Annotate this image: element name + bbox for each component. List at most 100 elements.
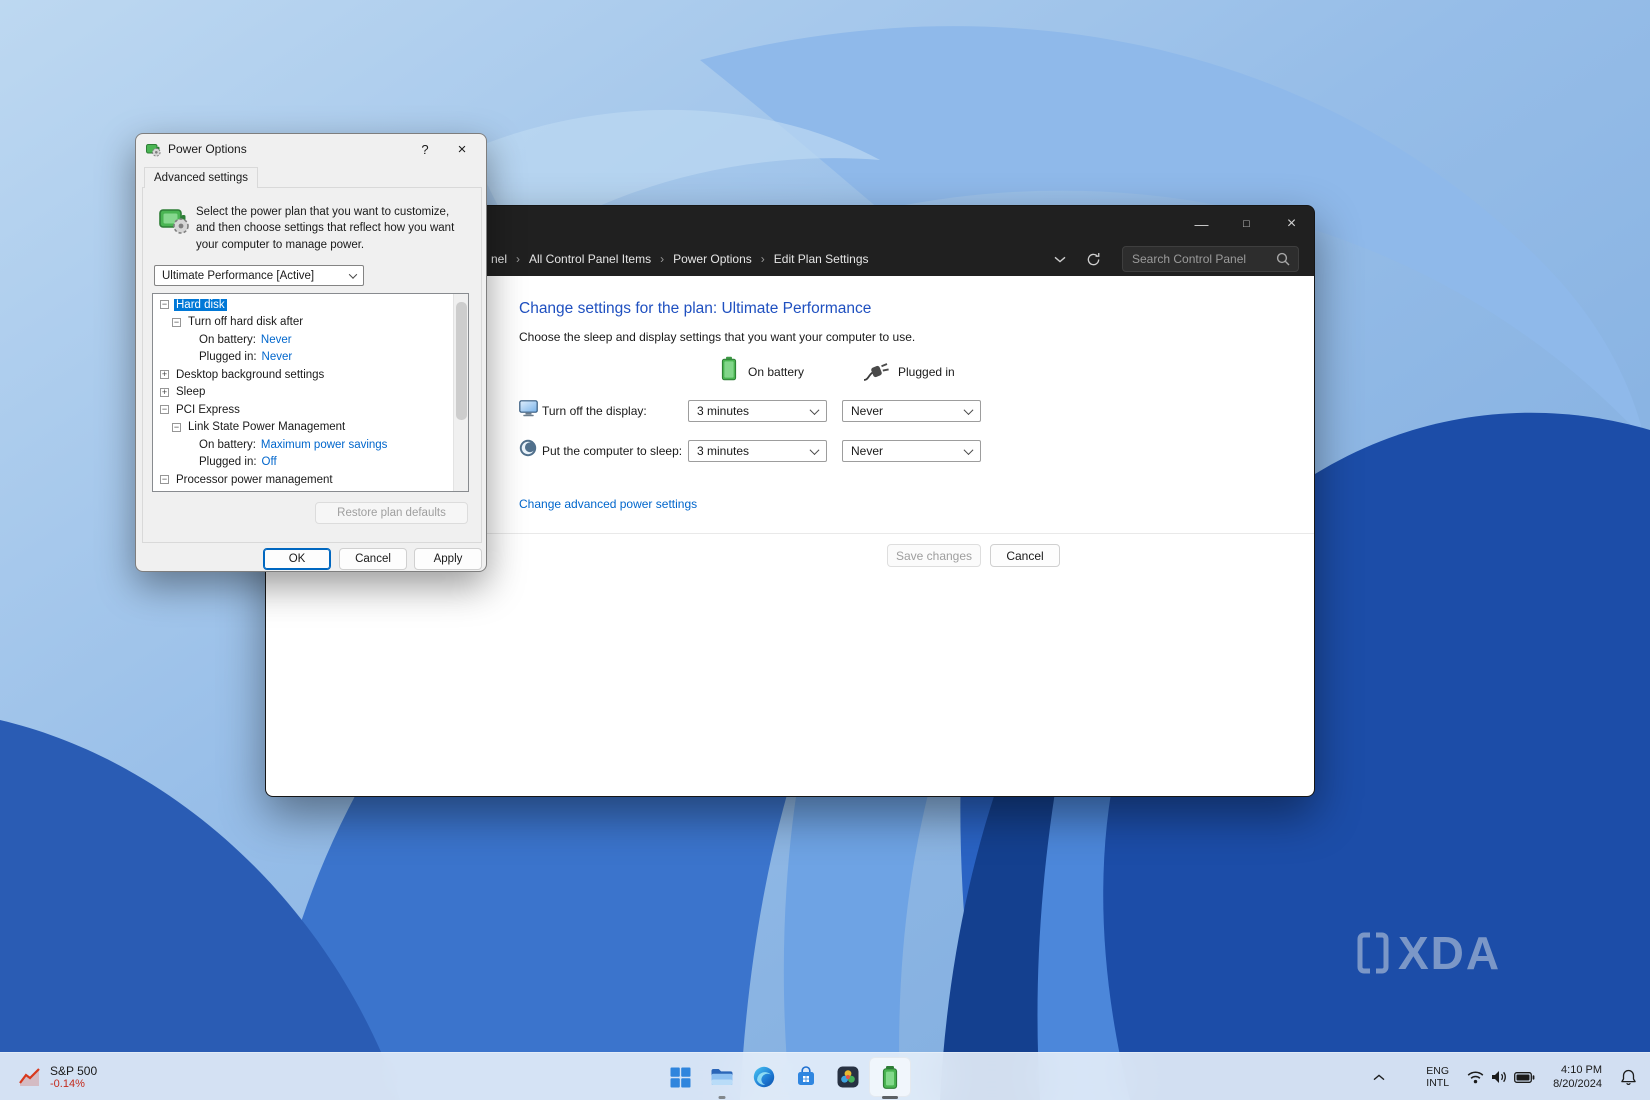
- expander-plus-icon[interactable]: +: [160, 387, 169, 397]
- chevron-right-icon: ›: [760, 252, 765, 266]
- quick-settings-button[interactable]: [1458, 1057, 1544, 1097]
- maximize-button[interactable]: □: [1224, 206, 1269, 242]
- tree-value-link[interactable]: Off: [262, 456, 277, 468]
- running-indicator: [718, 1096, 726, 1099]
- clock[interactable]: 4:10 PM 8/20/2024: [1544, 1057, 1611, 1097]
- help-button[interactable]: ?: [410, 138, 440, 160]
- cancel-button[interactable]: Cancel: [339, 548, 407, 570]
- plugged-in-column-header: Plugged in: [898, 365, 955, 379]
- tree-item[interactable]: − Link State Power Management: [153, 419, 468, 437]
- file-explorer-icon: [711, 1069, 733, 1085]
- minimize-icon: —: [1194, 216, 1209, 232]
- sleep-on-battery-select[interactable]: 3 minutes: [688, 440, 827, 462]
- tree-item-label: PCI Express: [176, 403, 240, 416]
- battery-icon: [1514, 1071, 1535, 1083]
- display-plugged-in-select[interactable]: Never: [842, 400, 981, 422]
- microsoft-store-icon: [798, 1066, 814, 1085]
- power-options-taskbar-button[interactable]: [869, 1057, 911, 1099]
- breadcrumb-item[interactable]: Power Options: [673, 252, 752, 266]
- expander-minus-icon[interactable]: −: [160, 475, 169, 485]
- chevron-right-icon: ›: [660, 252, 665, 266]
- tree-item-label: Sleep: [176, 386, 206, 399]
- tree-item[interactable]: On battery: Never: [153, 331, 468, 349]
- chevron-down-icon: [1054, 256, 1066, 263]
- tree-value-link[interactable]: Never: [261, 334, 292, 346]
- photos-app-icon: [837, 1066, 859, 1088]
- power-options-dialog: Power Options ? × Advanced settings Sele…: [135, 133, 487, 572]
- hidden-icons-button[interactable]: [1363, 1057, 1395, 1097]
- scrollbar[interactable]: [453, 294, 468, 491]
- expander-plus-icon[interactable]: +: [160, 370, 169, 380]
- tree-item[interactable]: − Minimum processor state: [153, 489, 468, 492]
- expander-minus-icon[interactable]: −: [172, 422, 181, 432]
- tree-item-label: Desktop background settings: [176, 368, 325, 381]
- select-value: 3 minutes: [697, 444, 750, 458]
- widget-title: S&P 500: [50, 1063, 98, 1078]
- tree-item[interactable]: − Processor power management: [153, 471, 468, 489]
- restore-plan-defaults-button[interactable]: Restore plan defaults: [315, 502, 468, 524]
- close-button[interactable]: ×: [447, 138, 477, 160]
- wifi-icon: [1467, 1071, 1484, 1084]
- sleep-plugged-in-select[interactable]: Never: [842, 440, 981, 462]
- power-plan-select[interactable]: Ultimate Performance [Active]: [154, 265, 364, 286]
- widgets-button[interactable]: S&P 500 -0.14%: [8, 1057, 107, 1097]
- tree-item[interactable]: On battery: Maximum power savings: [153, 436, 468, 454]
- ok-button[interactable]: OK: [263, 548, 331, 570]
- tree-value-link[interactable]: Never: [262, 351, 293, 363]
- edge-button[interactable]: [743, 1057, 785, 1097]
- power-options-icon: [146, 144, 161, 157]
- tree-item-label: Link State Power Management: [188, 421, 346, 434]
- expander-minus-icon[interactable]: −: [160, 405, 169, 415]
- stock-chart-icon: [19, 1068, 40, 1086]
- xda-logo-icon: [1357, 932, 1389, 974]
- tree-item[interactable]: − Hard disk: [153, 296, 468, 314]
- file-explorer-button[interactable]: [701, 1057, 743, 1099]
- microsoft-store-button[interactable]: [785, 1057, 827, 1097]
- xda-watermark: XDA: [1356, 926, 1501, 980]
- minimize-button[interactable]: —: [1179, 206, 1224, 242]
- save-changes-button[interactable]: Save changes: [887, 544, 981, 567]
- tree-value-link[interactable]: Maximum power savings: [261, 439, 388, 451]
- photos-app-button[interactable]: [827, 1057, 869, 1097]
- tree-item[interactable]: − Turn off hard disk after: [153, 314, 468, 332]
- tab-advanced-settings[interactable]: Advanced settings: [144, 167, 258, 188]
- sleep-icon: [519, 439, 537, 457]
- taskbar-app-icons: [659, 1057, 911, 1099]
- breadcrumb-item[interactable]: Edit Plan Settings: [774, 252, 869, 266]
- scrollbar-thumb[interactable]: [456, 302, 467, 420]
- apply-button[interactable]: Apply: [414, 548, 482, 570]
- tree-item[interactable]: + Desktop background settings: [153, 366, 468, 384]
- notification-center-button[interactable]: [1611, 1057, 1646, 1097]
- breadcrumb-item[interactable]: All Control Panel Items: [529, 252, 651, 266]
- tree-item[interactable]: + Sleep: [153, 384, 468, 402]
- time: 4:10 PM: [1561, 1064, 1602, 1076]
- help-icon: ?: [421, 141, 429, 157]
- breadcrumb-item[interactable]: nel: [491, 252, 507, 266]
- tree-item[interactable]: Plugged in: Off: [153, 454, 468, 472]
- close-button[interactable]: ×: [1269, 206, 1314, 242]
- tree-item-label: On battery:: [199, 438, 256, 451]
- chevron-down-icon: [809, 444, 820, 455]
- refresh-button[interactable]: [1086, 252, 1101, 267]
- chevron-up-icon: [1373, 1073, 1385, 1080]
- start-button[interactable]: [659, 1057, 701, 1097]
- dialog-titlebar[interactable]: Power Options ? ×: [136, 134, 486, 164]
- search-input[interactable]: [1123, 252, 1276, 266]
- dialog-title: Power Options: [168, 142, 247, 156]
- tree-item[interactable]: − PCI Express: [153, 401, 468, 419]
- chevron-down-icon: [963, 444, 974, 455]
- tree-item[interactable]: Plugged in: Never: [153, 349, 468, 367]
- search-box[interactable]: [1122, 246, 1299, 272]
- expander-minus-icon[interactable]: −: [172, 317, 181, 327]
- cancel-button[interactable]: Cancel: [990, 544, 1060, 567]
- refresh-icon: [1087, 253, 1100, 266]
- address-dropdown-button[interactable]: [1054, 256, 1066, 263]
- advanced-settings-tree[interactable]: − Hard disk − Turn off hard disk after O…: [152, 293, 469, 492]
- expander-minus-icon[interactable]: −: [160, 300, 169, 310]
- select-value: 3 minutes: [697, 404, 750, 418]
- language-switcher[interactable]: ENG INTL: [1417, 1057, 1458, 1097]
- change-advanced-power-settings-link[interactable]: Change advanced power settings: [519, 497, 697, 511]
- close-icon: ×: [1286, 215, 1297, 232]
- power-plan-icon: [159, 209, 189, 234]
- display-on-battery-select[interactable]: 3 minutes: [688, 400, 827, 422]
